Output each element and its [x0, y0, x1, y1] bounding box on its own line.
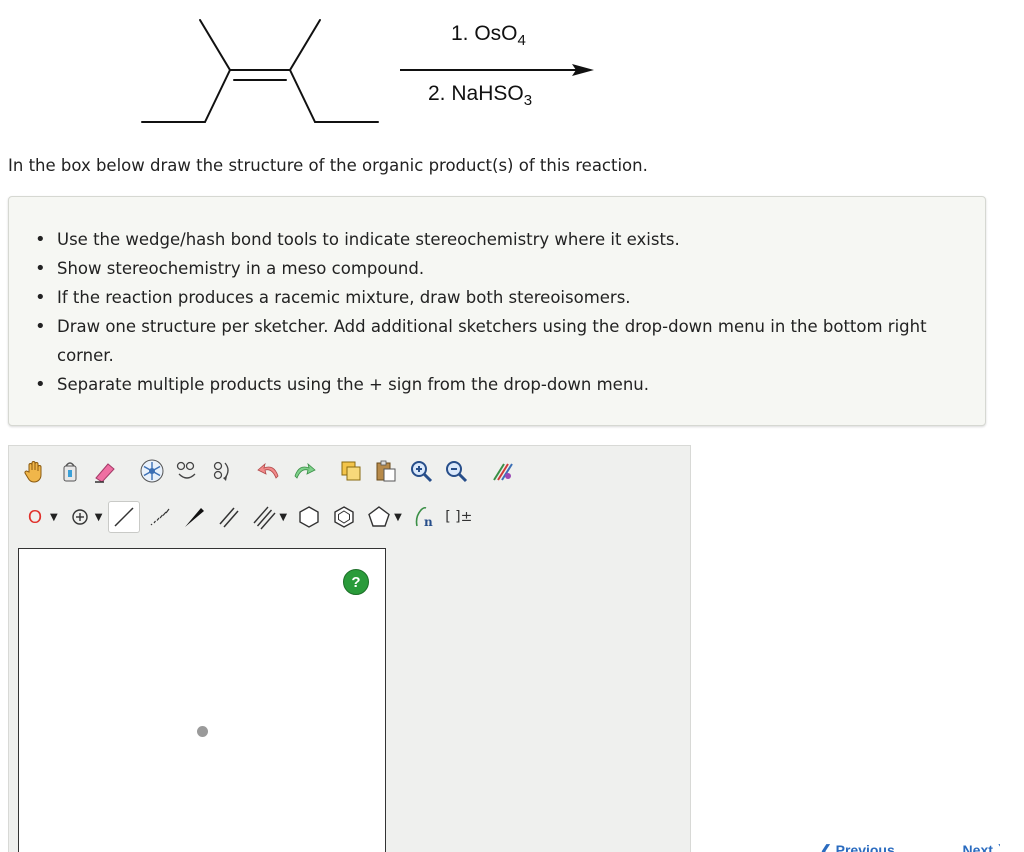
hint-item: Draw one structure per sketcher. Add add… — [35, 312, 972, 370]
undo-icon[interactable] — [253, 455, 285, 487]
charge-bracket-tool[interactable]: [ ]± — [443, 501, 475, 533]
sketcher-toolbar-bottom: O ▼ ▼ ▼ ▼ n []± — [19, 499, 478, 535]
chevron-down-icon[interactable]: ▼ — [394, 512, 402, 523]
charge-plus-icon[interactable] — [64, 501, 96, 533]
color-atoms-icon[interactable] — [487, 455, 519, 487]
molecule-sketcher: O ▼ ▼ ▼ ▼ n []± ? — [8, 445, 691, 852]
reaction-scheme: 1. OsO4 2. NaHSO3 — [130, 10, 600, 130]
hint-item: Use the wedge/hash bond tools to indicat… — [35, 225, 972, 254]
clean-structure-icon[interactable] — [171, 455, 203, 487]
hint-list: Use the wedge/hash bond tools to indicat… — [35, 225, 972, 399]
reaction-arrow — [400, 64, 594, 76]
rotate-structure-icon[interactable] — [206, 455, 238, 487]
zoom-in-icon[interactable] — [405, 455, 437, 487]
next-button[interactable]: Next — [963, 842, 993, 852]
sgroup-bracket-icon[interactable]: n — [408, 501, 440, 533]
benzene-icon[interactable] — [328, 501, 360, 533]
pan-hand-icon[interactable] — [19, 455, 51, 487]
hint-item: Show stereochemistry in a meso compound. — [35, 254, 972, 283]
previous-button[interactable]: Previous — [836, 842, 895, 852]
double-bond-icon[interactable] — [213, 501, 245, 533]
drawing-canvas[interactable]: ? — [18, 548, 386, 852]
atom-oxygen-tool[interactable]: O — [19, 501, 51, 533]
sgroup-label: n — [424, 515, 433, 529]
paste-icon[interactable] — [370, 455, 402, 487]
chevron-down-icon[interactable]: ▼ — [95, 512, 103, 523]
zoom-out-icon[interactable] — [440, 455, 472, 487]
cyclopentane-icon[interactable] — [363, 501, 395, 533]
templates-icon[interactable] — [136, 455, 168, 487]
navigation-buttons: ❮ Previous Next ❯ — [820, 842, 1000, 852]
chevron-right-icon: ❯ — [997, 842, 1000, 852]
eraser-icon[interactable] — [89, 455, 121, 487]
question-instruction: In the box below draw the structure of t… — [8, 156, 648, 175]
canvas-center-marker — [197, 726, 208, 737]
copy-icon[interactable] — [335, 455, 367, 487]
chevron-down-icon[interactable]: ▼ — [50, 512, 58, 523]
reactant-structure — [141, 19, 379, 123]
single-bond-icon[interactable] — [108, 501, 141, 533]
charge-bracket-label: [ ]± — [445, 509, 473, 525]
cyclohexane-icon[interactable] — [293, 501, 325, 533]
chevron-down-icon[interactable]: ▼ — [279, 512, 287, 523]
hint-item: Separate multiple products using the + s… — [35, 370, 972, 399]
sketcher-toolbar-top — [19, 453, 522, 489]
lasso-select-icon[interactable] — [54, 455, 86, 487]
hash-bond-icon[interactable] — [143, 501, 175, 533]
hint-box: Use the wedge/hash bond tools to indicat… — [8, 196, 986, 426]
wedge-bond-icon[interactable] — [178, 501, 210, 533]
reagent-sodium-bisulfite: 2. NaHSO3 — [428, 82, 533, 110]
reagent-osmium-tetroxide: 1. OsO4 — [451, 22, 526, 50]
help-button[interactable]: ? — [343, 569, 369, 595]
triple-bond-icon[interactable] — [248, 501, 280, 533]
chevron-left-icon: ❮ — [820, 842, 832, 852]
hint-item: If the reaction produces a racemic mixtu… — [35, 283, 972, 312]
redo-icon[interactable] — [288, 455, 320, 487]
page: 1. OsO4 2. NaHSO3 In the box below draw … — [0, 0, 1024, 852]
